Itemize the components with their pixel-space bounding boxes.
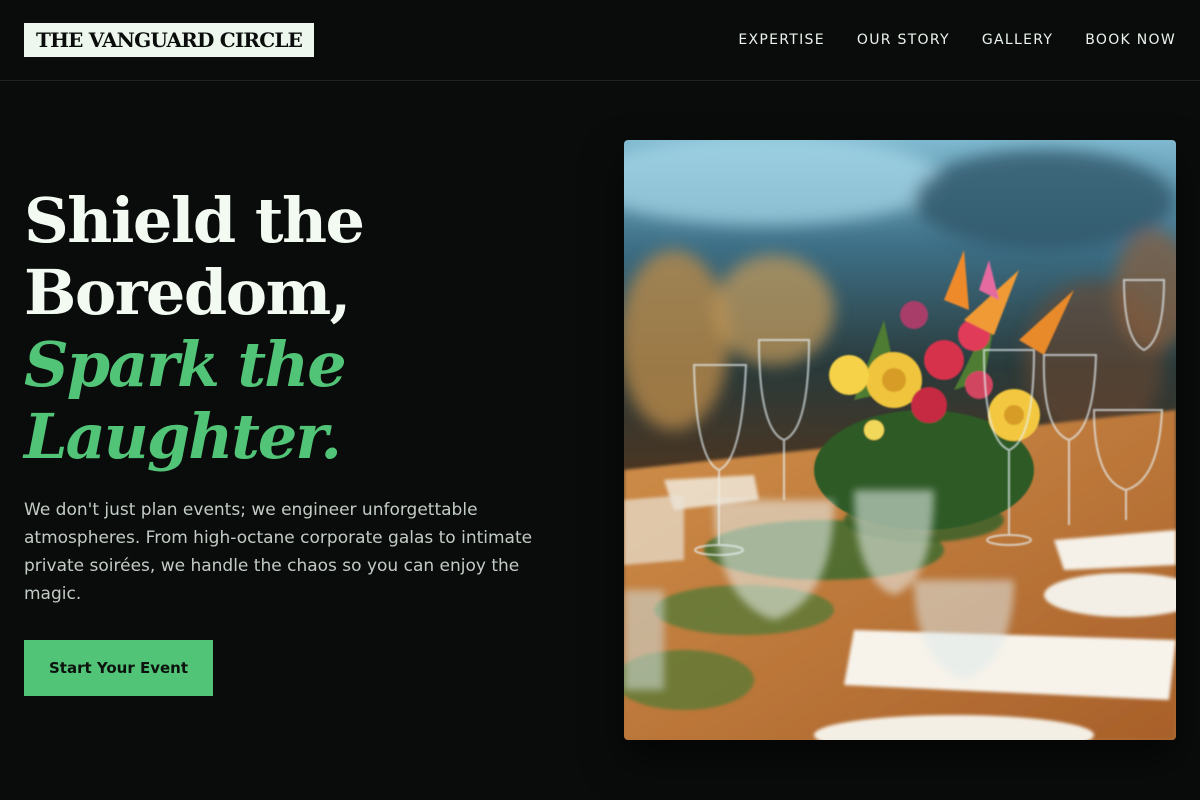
headline-line-4: Laughter.	[24, 400, 342, 473]
headline-line-3: Spark the	[24, 328, 347, 401]
nav-link-our-story[interactable]: OUR STORY	[857, 30, 950, 50]
main-nav: EXPERTISE OUR STORY GALLERY BOOK NOW	[738, 30, 1176, 50]
banquet-table-illustration	[624, 140, 1176, 740]
nav-link-gallery[interactable]: GALLERY	[982, 30, 1053, 50]
nav-link-book-now[interactable]: BOOK NOW	[1085, 30, 1176, 50]
nav-link-expertise[interactable]: EXPERTISE	[738, 30, 825, 50]
site-header: THE VANGUARD CIRCLE EXPERTISE OUR STORY …	[0, 0, 1200, 81]
logo[interactable]: THE VANGUARD CIRCLE	[24, 23, 315, 57]
hero-description: We don't just plan events; we engineer u…	[24, 500, 533, 604]
hero-headline: Shield the Boredom, Spark the Laughter.	[24, 185, 584, 473]
start-event-button[interactable]: Start Your Event	[24, 640, 213, 696]
hero-image	[624, 140, 1176, 740]
headline-line-1: Shield the	[24, 184, 365, 257]
headline-line-2: Boredom,	[24, 256, 351, 329]
